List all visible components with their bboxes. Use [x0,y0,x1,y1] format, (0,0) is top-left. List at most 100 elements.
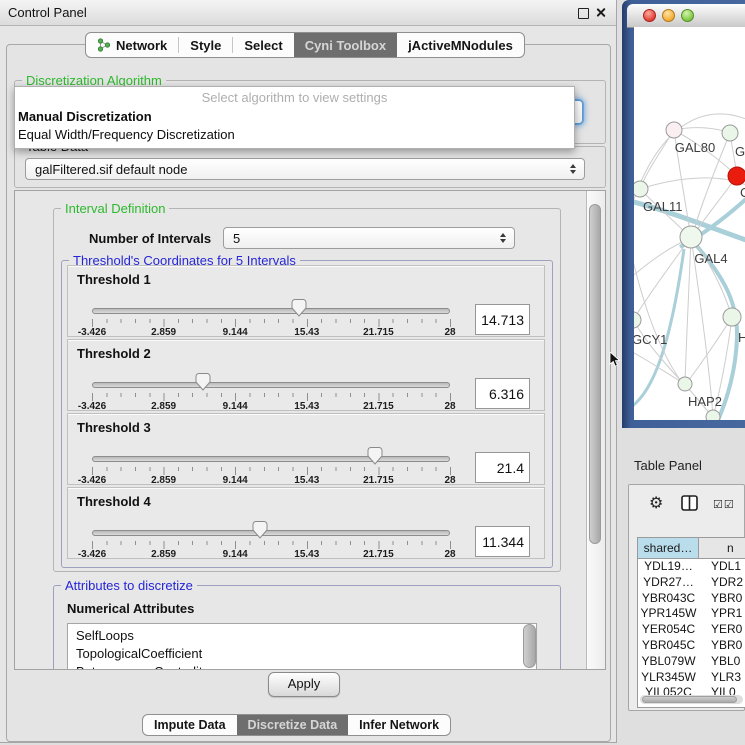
slider-track[interactable] [92,382,450,388]
slider-track[interactable] [92,456,450,462]
threshold-4-value-field[interactable] [475,526,530,557]
control-panel-window: Control Panel Network Style Select [0,0,617,743]
checkbox-columns-icon[interactable]: ☑☑ [713,499,735,510]
threshold-1-slider[interactable]: -3.4262.8599.14415.4321.71528 [92,266,450,338]
attribute-list-item[interactable]: SelfLoops [68,627,536,645]
number-of-intervals-value: 5 [233,231,240,246]
cell-shared-name: YBR043C [638,591,699,607]
node-hap2[interactable] [678,377,692,391]
slider-scale-labels: -3.4262.8599.14415.4321.71528 [92,401,450,413]
threshold-3-value-field[interactable] [475,452,530,483]
cell-name: YLR3 [699,670,745,686]
group-title-attributes: Attributes to discretize [61,578,197,593]
table-row[interactable]: YDR27… YDR2 [638,575,745,591]
node-bottom[interactable] [706,410,720,420]
network-icon [97,38,111,52]
close-icon[interactable] [595,7,606,18]
table-row[interactable]: YDL19… YDL1 [638,559,745,575]
settings-vertical-scrollbar[interactable] [586,191,605,669]
node-gal11[interactable] [634,181,648,197]
node-selected-red[interactable] [728,167,745,185]
table-panel-title: Table Panel [634,458,702,473]
tab-infer-network[interactable]: Infer Network [348,715,450,735]
table-horizontal-scrollbar[interactable] [640,695,743,704]
slider-track[interactable] [92,530,450,536]
cell-name: YBL0 [699,654,745,670]
node-top-right[interactable] [722,125,738,141]
numerical-attributes-label: Numerical Attributes [67,601,194,616]
columns-icon[interactable] [681,495,698,511]
threshold-4-slider[interactable]: -3.4262.8599.14415.4321.71528 [92,488,450,560]
attribute-list-item[interactable]: BetweennessCentrality [68,663,536,670]
attributes-list-scrollbar[interactable] [523,624,536,668]
tab-jactivemnodules[interactable]: jActiveMNodules [397,33,524,57]
tab-cyni-toolbox-label: Cyni Toolbox [305,38,386,53]
float-window-icon[interactable] [578,8,589,19]
slider-thumb[interactable] [367,447,382,465]
slider-scale-label: -3.426 [78,475,106,486]
node-gcy1[interactable] [634,312,641,328]
mouse-cursor [609,352,621,368]
thick-edge[interactable] [634,249,684,412]
close-traffic-light-icon[interactable] [643,9,656,22]
number-of-intervals-combobox[interactable]: 5 [223,227,515,249]
table-row[interactable]: YBR045C YBR0 [638,638,745,654]
slider-track[interactable] [92,308,450,314]
slider-scale-labels: -3.4262.8599.14415.4321.71528 [92,549,450,561]
column-header-shared-name[interactable]: shared… [638,538,699,558]
slider-scale-label: 2.859 [151,401,176,412]
gear-icon[interactable]: ⚙ [649,495,663,511]
table-row[interactable]: YER054C YER0 [638,622,745,638]
slider-thumb[interactable] [195,373,210,391]
column-header-name[interactable]: n [699,538,745,558]
cell-name: YPR1 [699,606,745,622]
slider-scale-label: 28 [444,327,455,338]
node-gal80[interactable] [666,122,682,138]
apply-button[interactable]: Apply [268,672,340,697]
node-gal4[interactable] [680,226,702,248]
tab-select[interactable]: Select [233,33,293,57]
tab-cyni-toolbox[interactable]: Cyni Toolbox [294,33,397,57]
network-window-titlebar [627,4,745,28]
tab-discretize-data[interactable]: Discretize Data [237,715,349,735]
slider-minor-ticks [92,319,450,323]
tab-impute-data[interactable]: Impute Data [143,715,237,735]
network-canvas[interactable]: GAL80 GA C GAL11 GAL4 GCY1 H HAP2 [634,27,745,420]
dropdown-option-equal-width[interactable]: Equal Width/Frequency Discretization [15,126,574,144]
slider-scale-label: 21.715 [363,401,394,412]
threshold-3-panel: Threshold 3 -3.4262.8599.14415.4321.7152… [67,413,545,485]
table-row[interactable]: YBR043C YBR0 [638,591,745,607]
slider-thumb[interactable] [253,521,268,539]
node-label-gal4: GAL4 [694,251,727,266]
attribute-list-item[interactable]: TopologicalCoefficient [68,645,536,663]
threshold-3-slider[interactable]: -3.4262.8599.14415.4321.71528 [92,414,450,486]
scrollbar-thumb[interactable] [642,696,737,703]
threshold-2-value-field[interactable] [475,378,530,409]
threshold-1-value-field[interactable] [475,304,530,335]
tab-network[interactable]: Network [86,33,178,57]
table-row[interactable]: YPR145W YPR1 [638,606,745,622]
threshold-4-panel: Threshold 4 -3.4262.8599.14415.4321.7152… [67,487,545,559]
slider-minor-ticks [92,467,450,471]
cell-shared-name: YER054C [638,622,699,638]
table-header-row: shared… n [638,538,745,559]
slider-thumb[interactable] [291,299,306,317]
table-data-selected: galFiltered.sif default node [35,162,187,177]
control-panel-titlebar: Control Panel [0,0,616,26]
numerical-attributes-list[interactable]: SelfLoopsTopologicalCoefficientBetweenne… [67,623,537,670]
table-data-combobox[interactable]: galFiltered.sif default node [25,158,585,180]
slider-scale-label: -3.426 [78,327,106,338]
table-row[interactable]: YLR345W YLR3 [638,670,745,686]
scrollbar-thumb[interactable] [589,204,601,544]
dropdown-option-manual[interactable]: Manual Discretization [15,108,574,126]
network-graph: GAL80 GA C GAL11 GAL4 GCY1 H HAP2 [634,27,745,420]
threshold-2-slider[interactable]: -3.4262.8599.14415.4321.71528 [92,340,450,412]
node-label-ga: GA [735,144,745,159]
node-right-mid[interactable] [723,308,741,326]
zoom-traffic-light-icon[interactable] [681,9,694,22]
bottom-tabbar: Impute Data Discretize Data Infer Networ… [142,714,451,736]
table-row[interactable]: YBL079W YBL0 [638,654,745,670]
minimize-traffic-light-icon[interactable] [662,9,675,22]
tab-style[interactable]: Style [179,33,232,57]
node-label-gal11: GAL11 [643,199,683,214]
